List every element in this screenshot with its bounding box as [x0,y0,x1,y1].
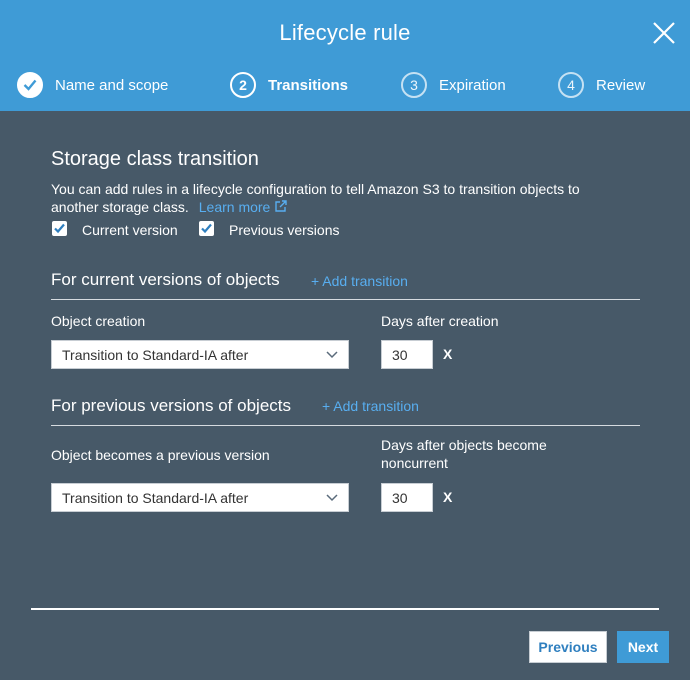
section-title: Storage class transition [51,148,259,170]
object-previous-version-label: Object becomes a previous version [51,447,270,463]
step-name-and-scope[interactable]: Name and scope [17,71,168,99]
current-transition-select[interactable]: Transition to Standard-IA after [51,340,349,369]
check-circle-icon [17,72,43,98]
step-transitions[interactable]: 2 Transitions [230,71,348,99]
close-icon[interactable] [649,18,679,48]
days-after-creation-label: Days after creation [381,313,499,329]
step-label: Review [596,76,646,94]
step-label: Expiration [439,76,506,94]
learn-more-link[interactable]: Learn more [199,199,287,215]
times-label: X [443,489,453,505]
current-versions-title: For current versions of objects [51,270,280,289]
step-label: Name and scope [55,76,169,94]
next-button[interactable]: Next [617,631,669,663]
previous-days-input[interactable]: 30 [381,483,433,512]
current-days-input[interactable]: 30 [381,340,433,369]
previous-button[interactable]: Previous [529,631,607,663]
select-value: Transition to Standard-IA after [62,490,249,506]
dialog-title: Lifecycle rule [279,20,411,45]
previous-versions-title: For previous versions of objects [51,396,291,415]
times-label: X [443,346,453,362]
step-review[interactable]: 4 Review [558,71,645,99]
divider [51,425,640,426]
step-label: Transitions [268,76,349,94]
chevron-down-icon [326,494,338,502]
external-link-icon [275,200,287,212]
days-after-noncurrent-label: Days after objects become noncurrent [381,437,547,471]
current-version-label: Current version [82,222,178,238]
divider [51,299,640,300]
step-number: 3 [401,72,427,98]
footer-divider [31,608,659,610]
step-expiration[interactable]: 3 Expiration [401,71,506,99]
add-transition-previous-link[interactable]: + Add transition [322,398,419,414]
previous-versions-label: Previous versions [229,222,340,238]
previous-transition-select[interactable]: Transition to Standard-IA after [51,483,349,512]
step-number: 2 [230,72,256,98]
object-creation-label: Object creation [51,313,146,329]
chevron-down-icon [326,351,338,359]
step-number: 4 [558,72,584,98]
select-value: Transition to Standard-IA after [62,347,249,363]
section-description: You can add rules in a lifecycle configu… [51,180,611,216]
checkmark-icon [54,223,65,234]
previous-versions-checkbox[interactable] [199,221,214,236]
description-text: You can add rules in a lifecycle configu… [51,181,580,215]
learn-more-label: Learn more [198,199,271,215]
current-version-checkbox[interactable] [52,221,67,236]
dialog-header: Lifecycle rule Name and scope 2 Transiti… [0,0,690,111]
add-transition-current-link[interactable]: + Add transition [311,273,408,289]
checkmark-icon [201,223,212,234]
